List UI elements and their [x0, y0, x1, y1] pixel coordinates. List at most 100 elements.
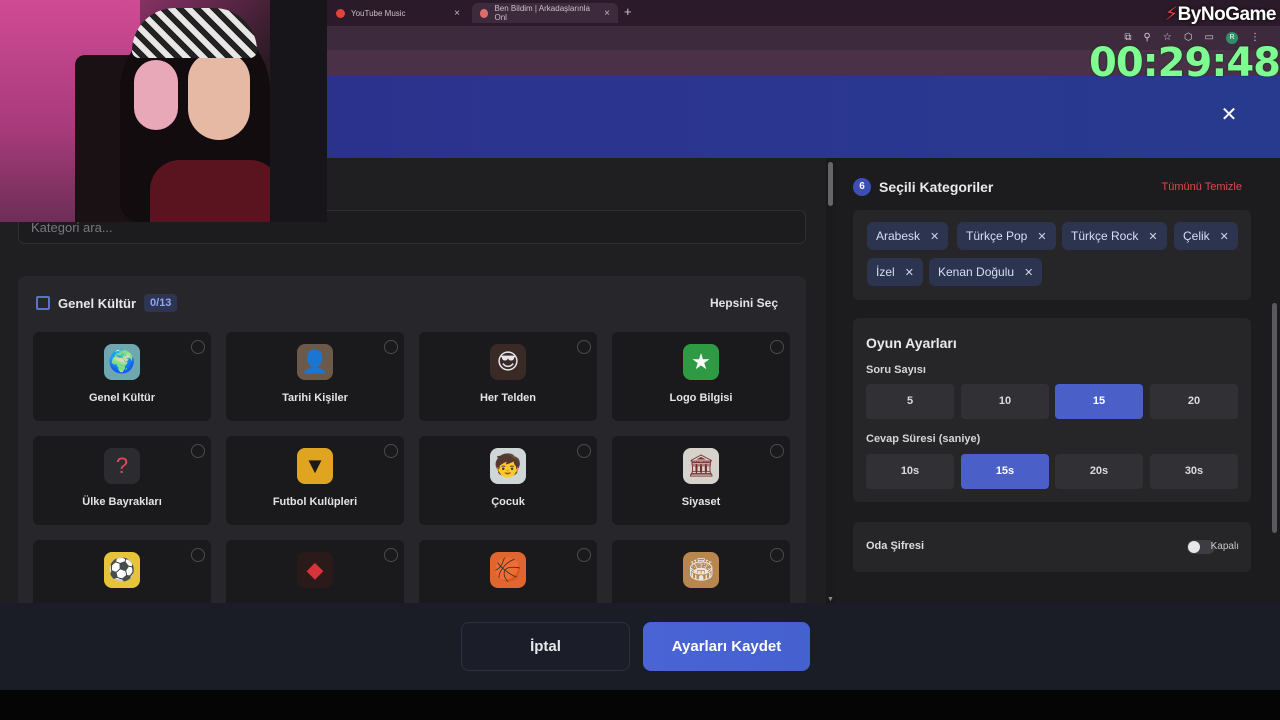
category-label: Tarihi Kişiler	[282, 392, 348, 404]
radio-circle[interactable]	[577, 444, 591, 458]
modal-body: Kategori ara... Genel Kültür 0/13 Hepsin…	[0, 158, 1280, 603]
remove-icon[interactable]: ✕	[1220, 230, 1229, 243]
category-card[interactable]: ◆	[226, 540, 404, 603]
category-card[interactable]: 👤 Tarihi Kişiler	[226, 332, 404, 421]
category-card[interactable]: 🏟	[612, 540, 790, 603]
category-card[interactable]: 🌍 Genel Kültür	[33, 332, 211, 421]
chip-label: Kenan Doğulu	[938, 265, 1015, 279]
radio-circle[interactable]	[770, 444, 784, 458]
parliament-icon: 🏛	[683, 448, 719, 484]
site-favicon-icon	[480, 8, 489, 18]
brand-logo: ⚡ByNoGame	[1165, 3, 1277, 26]
category-group-panel: Genel Kültür 0/13 Hepsini Seç 🌍 Genel Kül…	[18, 276, 806, 603]
headphones-icon	[134, 60, 178, 130]
remove-icon[interactable]: ✕	[1148, 230, 1157, 243]
chip-izel[interactable]: İzel ✕	[867, 258, 923, 286]
close-tab-icon[interactable]: ×	[454, 8, 460, 19]
close-modal-button[interactable]: ✕	[1218, 104, 1240, 126]
answer-time-option[interactable]: 20s	[1055, 454, 1143, 489]
colosseum-icon: 🏟	[683, 552, 719, 588]
scroll-down-icon[interactable]: ▼	[827, 596, 834, 603]
select-all-button[interactable]: Hepsini Seç	[710, 296, 778, 310]
category-label: Logo Bilgisi	[669, 392, 733, 404]
remove-icon[interactable]: ✕	[1024, 266, 1033, 279]
answer-time-option[interactable]: 10s	[866, 454, 954, 489]
chip-label: Türkçe Pop	[966, 229, 1028, 243]
new-tab-button[interactable]: +	[624, 4, 632, 19]
category-label: Her Telden	[479, 392, 537, 404]
category-card[interactable]: ★ Logo Bilgisi	[612, 332, 790, 421]
radio-circle[interactable]	[384, 548, 398, 562]
radio-circle[interactable]	[770, 340, 784, 354]
category-label: Çocuk	[491, 496, 525, 508]
category-card[interactable]: 🏛 Siyaset	[612, 436, 790, 525]
webcam-shadow	[270, 0, 327, 222]
flag-question-icon: ?	[104, 448, 140, 484]
chip-arabesk[interactable]: Arabesk ✕	[867, 222, 949, 250]
radio-circle[interactable]	[770, 548, 784, 562]
selected-chips: Arabesk ✕ Türkçe Pop ✕ Türkçe Rock ✕ Çelik ✕…	[853, 210, 1251, 300]
category-card[interactable]: 🧒 Çocuk	[419, 436, 597, 525]
chip-turkce-rock[interactable]: Türkçe Rock ✕	[1062, 222, 1167, 250]
remove-icon[interactable]: ✕	[1037, 230, 1046, 243]
room-password-label: Oda Şifresi	[866, 540, 925, 552]
chip-label: Türkçe Rock	[1071, 229, 1139, 243]
radio-circle[interactable]	[384, 444, 398, 458]
youtube-music-icon	[336, 8, 345, 18]
wolf-crest-icon: ▼	[297, 448, 333, 484]
remove-icon[interactable]: ✕	[930, 230, 939, 243]
category-card[interactable]: 🏀	[419, 540, 597, 603]
remove-icon[interactable]: ✕	[905, 266, 914, 279]
radio-circle[interactable]	[191, 340, 205, 354]
globe-icon: 🌍	[104, 344, 140, 380]
radio-circle[interactable]	[577, 548, 591, 562]
category-card[interactable]: 😎 Her Telden	[419, 332, 597, 421]
category-card[interactable]: ▼ Futbol Kulüpleri	[226, 436, 404, 525]
bottom-bar	[0, 690, 1280, 720]
category-grid: 🌍 Genel Kültür 👤 Tarihi Kişiler 😎 Her Telde…	[33, 332, 790, 603]
right-scrollbar[interactable]	[1270, 158, 1280, 603]
category-label: Genel Kültür	[88, 392, 155, 404]
scrollbar-thumb[interactable]	[1272, 303, 1277, 533]
child-icon: 🧒	[490, 448, 526, 484]
save-settings-button[interactable]: Ayarları Kaydet	[643, 622, 810, 671]
radio-circle[interactable]	[191, 548, 205, 562]
chip-celik[interactable]: Çelik ✕	[1174, 222, 1238, 250]
room-password-row: Oda Şifresi Kapalı	[853, 522, 1251, 572]
tab-ben-bildim[interactable]: Ben Bildim | Arkadaşlarınla Onl ×	[472, 3, 618, 23]
category-card[interactable]: ⚽	[33, 540, 211, 603]
question-count-option[interactable]: 20	[1150, 384, 1238, 419]
cancel-button[interactable]: İptal	[461, 622, 630, 671]
game-settings-title: Oyun Ayarları	[866, 335, 957, 351]
answer-time-option-selected[interactable]: 15s	[961, 454, 1049, 489]
category-group-count: 0/13	[144, 294, 178, 312]
radio-circle[interactable]	[384, 340, 398, 354]
question-count-option[interactable]: 5	[866, 384, 954, 419]
answer-time-option[interactable]: 30s	[1150, 454, 1238, 489]
left-scrollbar[interactable]: ▼	[826, 158, 836, 603]
question-count-option[interactable]: 10	[961, 384, 1049, 419]
chip-label: İzel	[876, 265, 895, 279]
webcam-overlay	[0, 0, 327, 222]
category-label: Siyaset	[681, 496, 721, 508]
radio-circle[interactable]	[577, 340, 591, 354]
chip-turkce-pop[interactable]: Türkçe Pop ✕	[957, 222, 1056, 250]
question-count-label: Soru Sayısı	[866, 364, 926, 376]
radio-circle[interactable]	[191, 444, 205, 458]
streamer-face	[188, 52, 250, 140]
categories-pane: Kategori ara... Genel Kültür 0/13 Hepsin…	[0, 158, 826, 603]
settings-pane: 6 Seçili Kategoriler Tümünü Temizle Arab…	[836, 158, 1270, 603]
selected-categories-title: Seçili Kategoriler	[879, 179, 994, 195]
question-count-option-selected[interactable]: 15	[1055, 384, 1143, 419]
stream-timer: 00:29:48	[1089, 40, 1280, 86]
brand-name: ByNoGame	[1177, 4, 1277, 25]
chip-kenan-dogulu[interactable]: Kenan Doğulu ✕	[929, 258, 1043, 286]
category-card[interactable]: ? Ülke Bayrakları	[33, 436, 211, 525]
answer-time-label: Cevap Süresi (saniye)	[866, 433, 981, 445]
sunglasses-face-icon: 😎	[490, 344, 526, 380]
room-password-state: Kapalı	[1210, 541, 1239, 552]
close-tab-icon[interactable]: ×	[604, 8, 610, 19]
clear-all-button[interactable]: Tümünü Temizle	[1162, 181, 1243, 193]
scrollbar-thumb[interactable]	[828, 162, 833, 206]
tab-youtube-music[interactable]: YouTube Music ×	[328, 3, 468, 23]
